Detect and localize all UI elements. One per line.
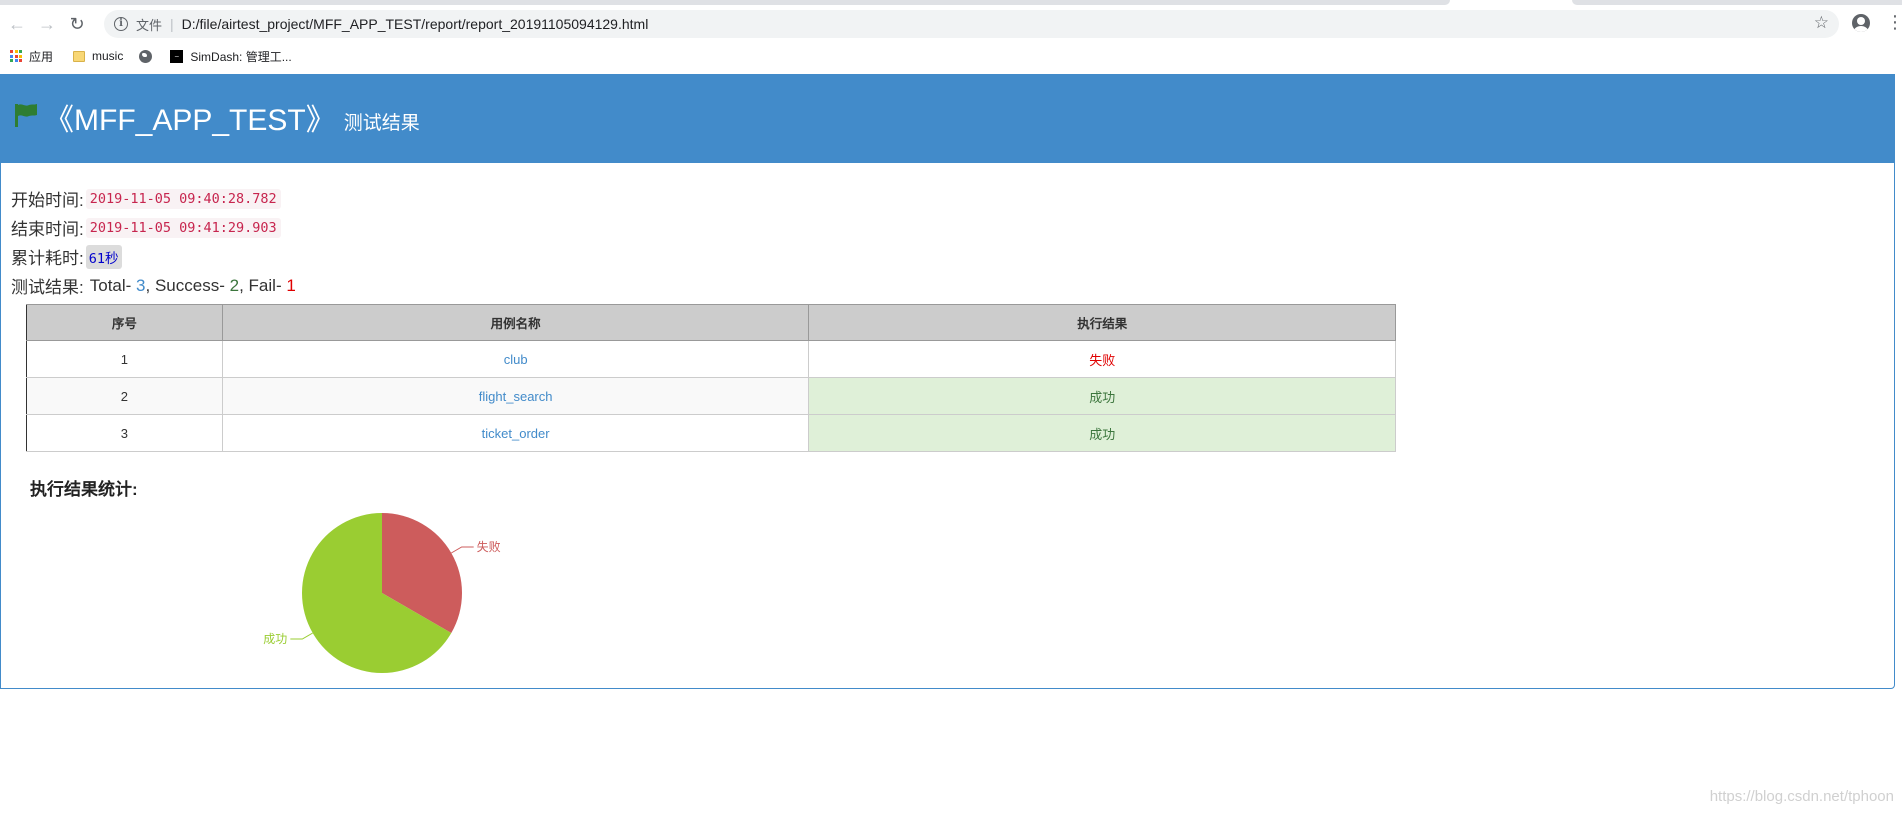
result-summary-line: 测试结果: Total- 3, Success- 2, Fail- 1 — [11, 271, 1881, 300]
success-label: Success- — [154, 275, 225, 295]
scheme-label: 文件 — [136, 17, 163, 33]
column-header-result: 执行结果 — [808, 304, 1396, 341]
url-text[interactable]: D:/file/airtest_project/MFF_APP_TEST/rep… — [182, 16, 649, 32]
column-header-name: 用例名称 — [221, 304, 810, 341]
bookmark-apps[interactable]: 应用 — [10, 48, 53, 65]
profile-avatar-icon[interactable] — [1852, 14, 1870, 32]
report-summary: 开始时间: 2019-11-05 09:40:28.782 结束时间: 2019… — [11, 184, 1881, 452]
bookmark-star-icon[interactable]: ☆ — [1814, 13, 1829, 33]
results-table: 序号 用例名称 执行结果 1 club 失败 2 flight_search 成… — [26, 304, 1396, 452]
row-index: 2 — [26, 377, 223, 415]
start-time-value: 2019-11-05 09:40:28.782 — [85, 188, 281, 209]
back-arrow-icon[interactable]: ← — [2, 9, 32, 39]
table-row: 3 ticket_order 成功 — [26, 414, 1396, 452]
duration-label: 累计耗时: — [11, 249, 84, 268]
case-link[interactable]: ticket_order — [482, 426, 550, 441]
bookmarks-bar: 应用 music – SimDash: 管理工... — [0, 42, 1902, 70]
other-tab-edge[interactable] — [1572, 0, 1902, 5]
column-header-index: 序号 — [26, 304, 223, 341]
apps-grid-icon — [10, 50, 22, 62]
fail-label: Fail- — [248, 275, 282, 295]
table-row: 2 flight_search 成功 — [26, 377, 1396, 415]
duration-value: 61秒 — [85, 244, 122, 269]
row-index: 1 — [26, 340, 223, 378]
address-bar[interactable]: i 文件 | D:/file/airtest_project/MFF_APP_T… — [104, 10, 1839, 38]
case-name-cell: club — [221, 340, 810, 378]
folder-icon — [73, 50, 86, 62]
bookmark-label: music — [92, 49, 124, 63]
forward-arrow-icon[interactable]: → — [32, 9, 62, 39]
start-time-line: 开始时间: 2019-11-05 09:40:28.782 — [11, 184, 1881, 213]
table-header-row: 序号 用例名称 执行结果 — [26, 304, 1396, 341]
row-index: 3 — [26, 414, 223, 452]
flag-icon — [15, 104, 37, 127]
globe-icon — [139, 49, 153, 63]
table-row: 1 club 失败 — [26, 340, 1396, 378]
pie-leader-line-1 — [290, 632, 313, 640]
case-link[interactable]: flight_search — [479, 389, 553, 404]
case-name-cell: flight_search — [221, 377, 810, 415]
bookmark-globe[interactable] — [139, 49, 153, 63]
bookmark-simdash[interactable]: – SimDash: 管理工... — [170, 48, 292, 65]
success-count: 2 — [229, 275, 240, 295]
report-header: 《MFF_APP_TEST》 测试结果 — [1, 75, 1894, 163]
bookmark-label: 应用 — [29, 49, 54, 64]
case-name-cell: ticket_order — [221, 414, 810, 452]
end-time-line: 结束时间: 2019-11-05 09:41:29.903 — [11, 213, 1881, 242]
reload-icon[interactable]: ↻ — [62, 9, 92, 39]
simdash-icon: – — [170, 49, 184, 63]
end-time-value: 2019-11-05 09:41:29.903 — [85, 217, 281, 238]
total-label: Total- — [89, 275, 132, 295]
kebab-menu-icon[interactable]: ⋮ — [1886, 13, 1902, 31]
report-title: 《MFF_APP_TEST》 — [44, 104, 336, 137]
result-summary-label: 测试结果: — [11, 278, 84, 297]
omnibox-separator: | — [170, 16, 174, 32]
start-time-label: 开始时间: — [11, 191, 84, 210]
result-cell: 成功 — [808, 377, 1396, 415]
total-count: 3 — [136, 275, 146, 295]
info-icon[interactable]: i — [114, 17, 128, 31]
report-subtitle: 测试结果 — [343, 112, 420, 134]
case-link[interactable]: club — [504, 352, 528, 367]
result-pie-chart: 失败成功 — [263, 513, 501, 673]
browser-toolbar: ← → ↻ i 文件 | D:/file/airtest_project/MFF… — [0, 6, 1902, 42]
bookmark-music[interactable]: music — [73, 49, 123, 63]
result-cell: 成功 — [808, 414, 1396, 452]
pie-leader-line-0 — [451, 546, 474, 554]
stats-title: 执行结果统计: — [30, 480, 138, 499]
watermark-text: https://blog.csdn.net/tphoon — [1709, 788, 1894, 805]
duration-line: 累计耗时: 61秒 — [11, 242, 1881, 271]
fail-count: 1 — [286, 275, 296, 295]
active-tab-edge[interactable] — [0, 0, 1450, 5]
result-cell: 失败 — [808, 340, 1396, 378]
end-time-label: 结束时间: — [11, 220, 84, 239]
pie-label-0: 失败 — [477, 539, 501, 554]
pie-label-1: 成功 — [263, 632, 287, 646]
bookmark-label: SimDash: 管理工... — [190, 49, 292, 64]
